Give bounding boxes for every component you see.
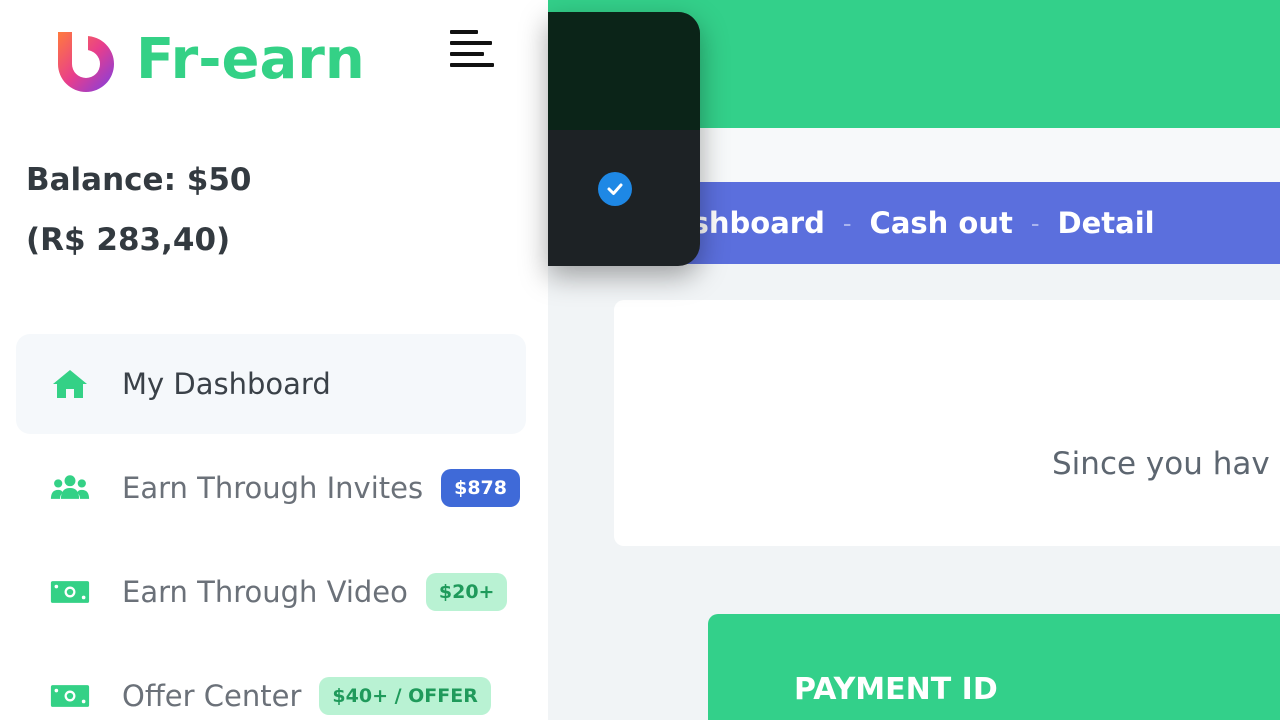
- check-circle-icon: [598, 172, 632, 206]
- column-payment-id: PAYMENT ID: [794, 672, 998, 707]
- notification-toast[interactable]: [548, 12, 700, 266]
- invites-badge: $878: [441, 469, 520, 507]
- balance-usd: Balance: $50: [26, 162, 252, 198]
- sidebar-item-invites[interactable]: Earn Through Invites $878: [16, 438, 526, 538]
- sidebar-item-label: Earn Through Invites: [122, 471, 424, 505]
- offers-badge: $40+ / OFFER: [319, 677, 491, 715]
- sidebar-item-offers[interactable]: Offer Center $40+ / OFFER: [16, 646, 526, 720]
- breadcrumb-detail: Detail: [1057, 206, 1155, 240]
- balance-display: Balance: $50 (R$ 283,40): [26, 150, 251, 270]
- sidebar-item-label: My Dashboard: [122, 367, 331, 401]
- logo-icon: [58, 30, 114, 92]
- info-text: Since you hav: [1052, 446, 1270, 482]
- toast-header: [548, 12, 700, 130]
- breadcrumb: Dashboard - Cash out - Detail: [618, 182, 1280, 264]
- sidebar-item-dashboard[interactable]: My Dashboard: [16, 334, 526, 434]
- money-icon: [50, 575, 90, 609]
- info-card: Since you hav: [614, 300, 1280, 546]
- video-badge: $20+: [425, 573, 508, 611]
- sidebar-item-label: Offer Center: [122, 679, 302, 713]
- brand-name: Fr-earn: [136, 27, 365, 92]
- sidebar-menu: My Dashboard Earn Through Invites $878 E…: [16, 334, 526, 720]
- payment-table-header: PAYMENT ID: [708, 614, 1280, 720]
- sidebar-item-label: Earn Through Video: [122, 575, 408, 609]
- balance-brl: (R$ 283,40): [26, 222, 231, 258]
- users-icon: [50, 471, 90, 505]
- breadcrumb-separator: -: [1030, 207, 1040, 238]
- sidebar-item-video[interactable]: Earn Through Video $20+: [16, 542, 526, 642]
- money-icon: [50, 679, 90, 713]
- breadcrumb-cash-out[interactable]: Cash out: [870, 206, 1013, 240]
- breadcrumb-separator: -: [842, 207, 852, 238]
- home-icon: [50, 367, 90, 401]
- menu-toggle-icon[interactable]: [450, 30, 496, 76]
- logo[interactable]: Fr-earn: [50, 24, 365, 96]
- sidebar: Fr-earn Balance: $50 (R$ 283,40) My Dash…: [0, 0, 548, 720]
